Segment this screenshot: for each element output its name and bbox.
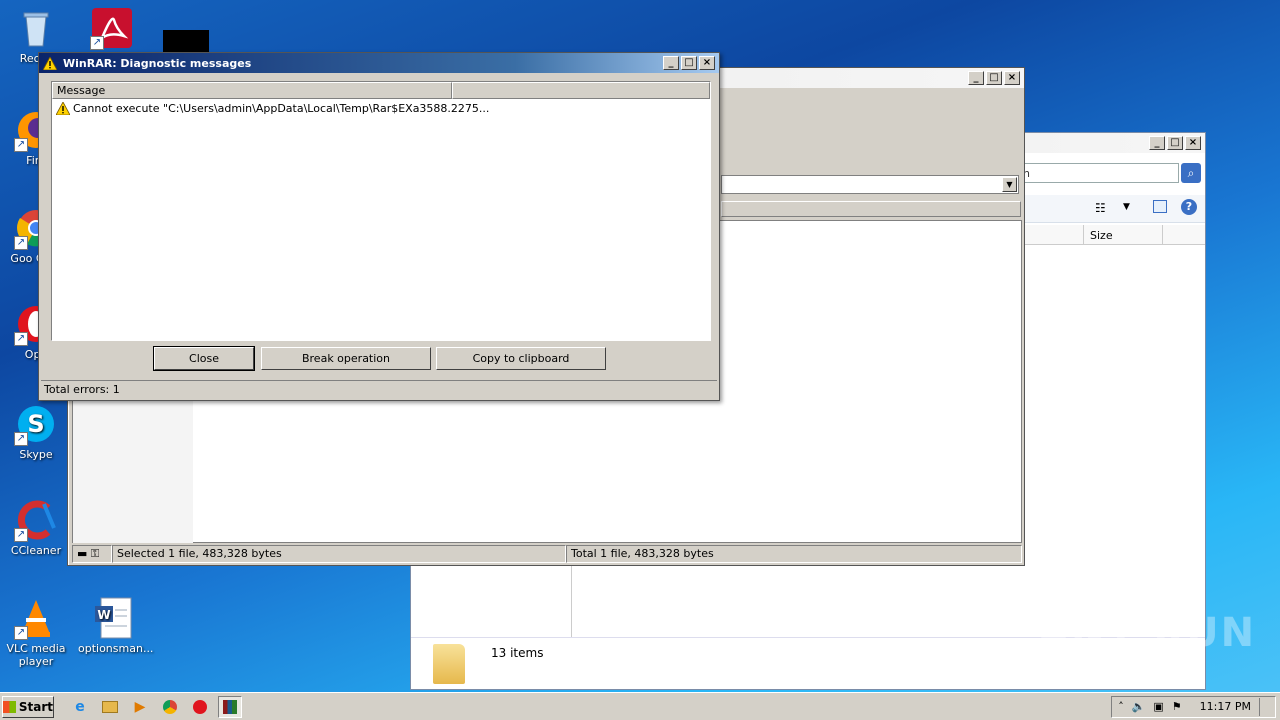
path-combobox[interactable]: ▼ (721, 175, 1019, 194)
ccleaner-icon: ↗ (14, 498, 58, 542)
search-input[interactable]: h (1019, 163, 1179, 183)
folder-icon (433, 644, 465, 684)
shortcut-arrow-icon: ↗ (14, 332, 28, 346)
diag-title: WinRAR: Diagnostic messages (63, 56, 252, 70)
volume-icon[interactable]: 🔈 (1132, 700, 1146, 713)
pane-divider (571, 563, 572, 637)
warning-icon (43, 56, 57, 70)
skype-icon: S ↗ (14, 402, 58, 446)
internet-explorer-icon[interactable]: e (68, 696, 92, 718)
desktop-icon-skype[interactable]: S ↗ Skype (4, 402, 68, 461)
shortcut-arrow-icon: ↗ (14, 138, 28, 152)
diagnostic-dialog[interactable]: WinRAR: Diagnostic messages _ □ × Messag… (38, 52, 720, 401)
maximize-button[interactable]: □ (1167, 136, 1183, 150)
show-desktop-icon[interactable] (1259, 697, 1269, 716)
drive-icon: ▬ ⚿ (72, 545, 112, 563)
desktop-icon-acrobat[interactable]: ↗ (80, 6, 144, 52)
redacted-icon (163, 30, 209, 52)
column-size[interactable]: Size (1083, 225, 1163, 245)
recycle-bin-icon (14, 6, 58, 50)
acrobat-icon: ↗ (90, 6, 134, 50)
desktop-icon-label: optionsman... (78, 642, 154, 655)
close-dialog-button[interactable]: Close (153, 346, 255, 371)
items-count: 13 items (491, 646, 544, 660)
minimize-button[interactable]: _ (1149, 136, 1165, 150)
start-button[interactable]: Start (2, 695, 54, 718)
column-empty (452, 82, 710, 99)
system-tray: ˄ 🔈 ▣ ⚑ 11:17 PM (1111, 695, 1276, 718)
message-list-header: Message (52, 82, 710, 99)
shortcut-arrow-icon: ↗ (14, 432, 28, 446)
opera-icon[interactable] (188, 696, 212, 718)
clock[interactable]: 11:17 PM (1200, 700, 1251, 713)
copy-to-clipboard-button[interactable]: Copy to clipboard (436, 347, 606, 370)
status-total: Total 1 file, 483,328 bytes (566, 545, 1022, 563)
svg-text:W: W (97, 608, 110, 622)
media-player-icon[interactable]: ▶ (128, 696, 152, 718)
desktop-icon-label: Skype (19, 448, 53, 461)
warning-icon (56, 101, 70, 115)
minimize-button[interactable]: _ (968, 71, 984, 85)
close-button[interactable]: × (1004, 71, 1020, 85)
start-label: Start (18, 699, 53, 714)
shortcut-arrow-icon: ↗ (14, 626, 28, 640)
message-text: Cannot execute "C:\Users\admin\AppData\L… (73, 101, 490, 115)
view-options-icon[interactable]: ☷ (1095, 201, 1106, 215)
diag-status: Total errors: 1 (41, 380, 717, 398)
chevron-down-icon[interactable]: ▼ (1002, 177, 1017, 192)
desktop-icon-word-document[interactable]: W optionsman... (78, 596, 154, 655)
flag-icon[interactable]: ⚑ (1172, 700, 1182, 713)
close-button[interactable]: × (699, 56, 715, 70)
chevron-down-icon[interactable]: ▼ (1123, 202, 1130, 212)
message-row[interactable]: Cannot execute "C:\Users\admin\AppData\L… (52, 99, 710, 117)
shortcut-arrow-icon: ↗ (90, 36, 104, 50)
vlc-icon: ↗ (14, 596, 58, 640)
file-explorer-icon[interactable] (98, 696, 122, 718)
preview-pane-icon[interactable] (1153, 200, 1167, 213)
diag-titlebar[interactable]: WinRAR: Diagnostic messages _ □ × (39, 53, 719, 73)
watermark: ANY RUN (1038, 610, 1257, 656)
message-list[interactable]: Message Cannot execute "C:\Users\admin\A… (51, 81, 711, 341)
maximize-button[interactable]: □ (681, 56, 697, 70)
file-list-header (721, 201, 1021, 217)
status-selected: Selected 1 file, 483,328 bytes (112, 545, 566, 563)
shortcut-arrow-icon: ↗ (14, 528, 28, 542)
winrar-icon[interactable] (218, 695, 242, 718)
search-icon[interactable]: ⌕ (1181, 163, 1201, 183)
break-operation-button[interactable]: Break operation (261, 347, 431, 370)
word-document-icon: W (91, 596, 135, 640)
desktop-icon-vlc[interactable]: ↗ VLC media player (4, 596, 68, 668)
close-button[interactable]: × (1185, 136, 1201, 150)
maximize-button[interactable]: □ (986, 71, 1002, 85)
shortcut-arrow-icon: ↗ (14, 236, 28, 250)
chrome-icon[interactable] (158, 696, 182, 718)
desktop-icon-label: VLC media player (6, 642, 66, 668)
desktop-icon-ccleaner[interactable]: ↗ CCleaner (4, 498, 68, 557)
chevron-up-icon[interactable]: ˄ (1118, 700, 1124, 713)
left-pane (73, 399, 193, 543)
taskbar: Start e ▶ ˄ 🔈 ▣ ⚑ 11:17 PM (0, 692, 1280, 720)
network-icon[interactable]: ▣ (1153, 700, 1163, 713)
help-icon[interactable]: ? (1181, 199, 1197, 215)
winrar-statusbar: ▬ ⚿ Selected 1 file, 483,328 bytes Total… (72, 545, 1022, 563)
column-message[interactable]: Message (52, 82, 452, 99)
svg-text:S: S (27, 410, 44, 438)
windows-logo-icon (3, 700, 16, 713)
minimize-button[interactable]: _ (663, 56, 679, 70)
desktop-icon-label: CCleaner (10, 544, 62, 557)
